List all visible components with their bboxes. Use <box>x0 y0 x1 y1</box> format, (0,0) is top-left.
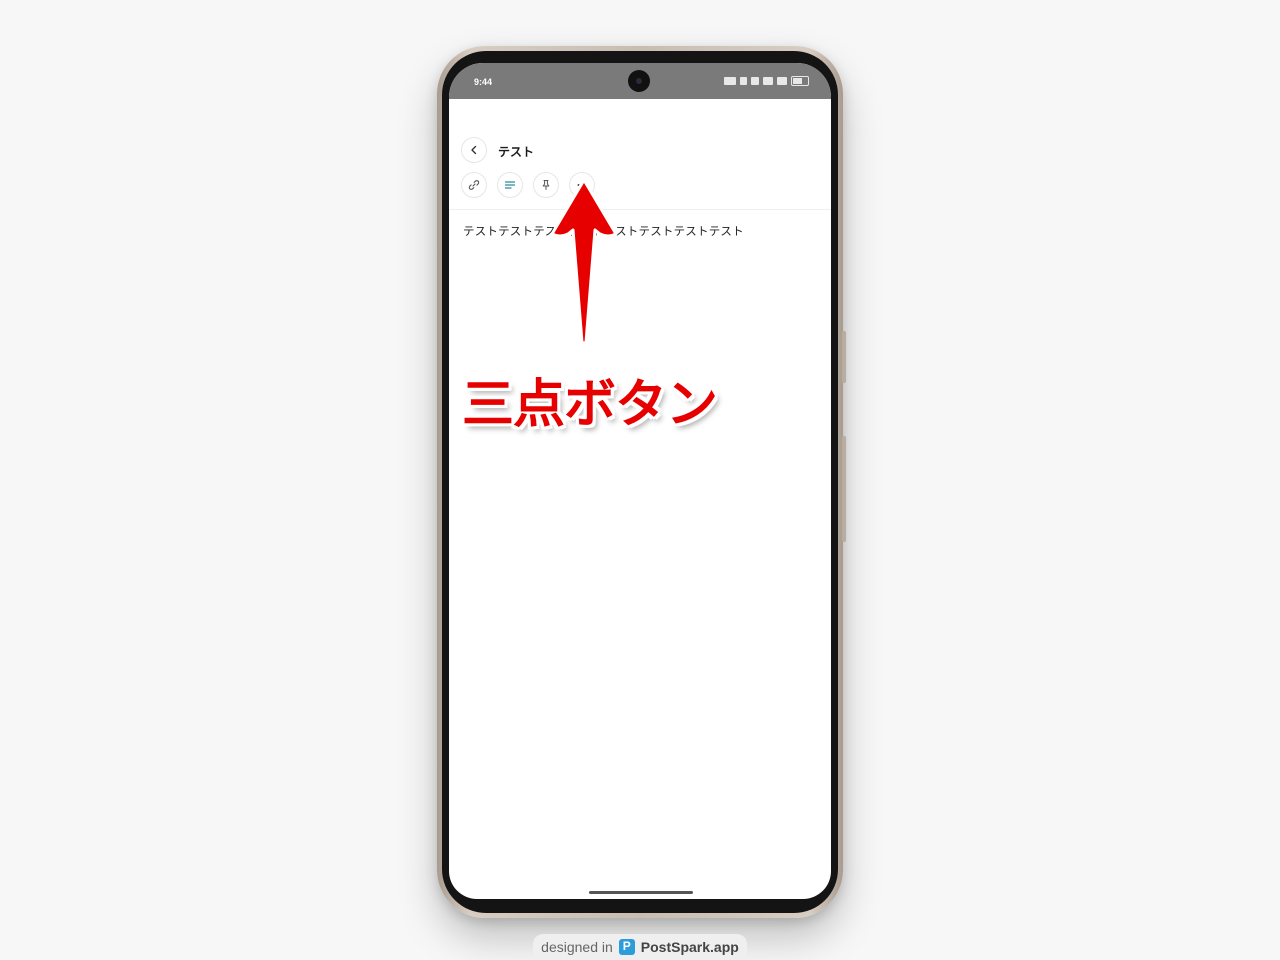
status-bar: 9:44 <box>449 63 831 99</box>
signal-icon <box>763 77 773 85</box>
annotation-label: 三点ボタン <box>462 375 718 435</box>
chevron-left-icon <box>471 145 477 155</box>
note-title: テスト <box>498 145 535 159</box>
phone-screen: 9:44 テスト <box>449 63 831 899</box>
header-divider <box>449 209 831 210</box>
phone-frame: 9:44 テスト <box>437 46 846 918</box>
watermark-brand: PostSpark.app <box>640 939 739 955</box>
wifi-icon <box>777 77 787 85</box>
home-indicator[interactable] <box>589 891 693 894</box>
annotation-arrow-icon <box>550 178 618 345</box>
power-button <box>842 331 846 383</box>
volume-button <box>842 436 846 542</box>
network-speed-icon <box>724 77 736 85</box>
watermark-prefix: designed in <box>541 939 613 955</box>
watermark: designed in PostSpark.app <box>533 934 747 960</box>
back-button[interactable] <box>461 137 487 163</box>
postspark-logo-icon <box>618 939 635 955</box>
battery-icon <box>791 76 809 86</box>
status-icons <box>724 76 809 86</box>
format-button[interactable] <box>497 172 523 198</box>
front-camera <box>628 70 650 92</box>
bluetooth-icon <box>740 77 747 85</box>
link-icon <box>468 180 480 190</box>
canvas: 9:44 テスト 三点ボタン designed in P PostSpark.a… <box>0 0 1280 960</box>
align-icon <box>504 181 516 189</box>
mute-icon <box>751 77 759 85</box>
link-button[interactable] <box>461 172 487 198</box>
status-time: 9:44 <box>474 77 493 87</box>
